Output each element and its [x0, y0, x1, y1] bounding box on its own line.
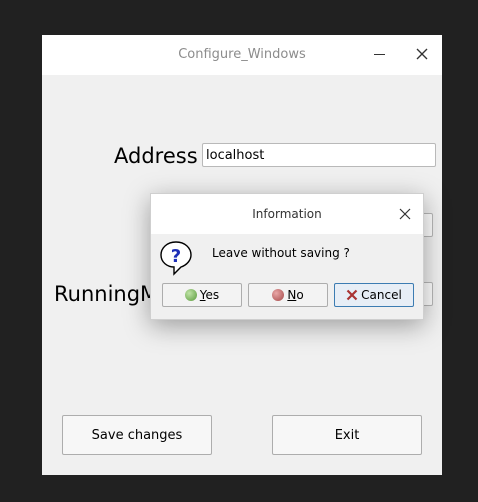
information-dialog: Information ? Leave without saving ? Yes… [150, 193, 424, 320]
cancel-icon [346, 289, 358, 301]
close-button[interactable] [412, 44, 432, 64]
yes-button[interactable]: Yes [162, 283, 242, 307]
cancel-button[interactable]: Cancel [334, 283, 414, 307]
svg-text:?: ? [171, 246, 181, 267]
dialog-titlebar[interactable]: Information [151, 194, 423, 234]
question-icon: ? [159, 240, 193, 276]
dialog-title: Information [252, 207, 322, 221]
save-changes-button[interactable]: Save changes [62, 415, 212, 455]
address-input[interactable] [202, 143, 436, 167]
dialog-close-button[interactable] [397, 206, 413, 222]
minimize-button[interactable] [370, 43, 390, 63]
close-icon [399, 208, 411, 220]
close-icon [416, 48, 428, 60]
yes-label: Yes [199, 288, 220, 302]
cancel-label: Cancel [361, 288, 402, 302]
address-label: Address [114, 144, 198, 168]
yes-icon [184, 289, 197, 301]
running-mode-label: RunningM [54, 282, 159, 306]
no-label: No [287, 288, 304, 302]
no-icon [272, 289, 285, 301]
no-button[interactable]: No [248, 283, 328, 307]
exit-button[interactable]: Exit [272, 415, 422, 455]
dialog-message: Leave without saving ? [212, 246, 350, 260]
window-titlebar[interactable]: Configure_Windows [42, 35, 442, 75]
